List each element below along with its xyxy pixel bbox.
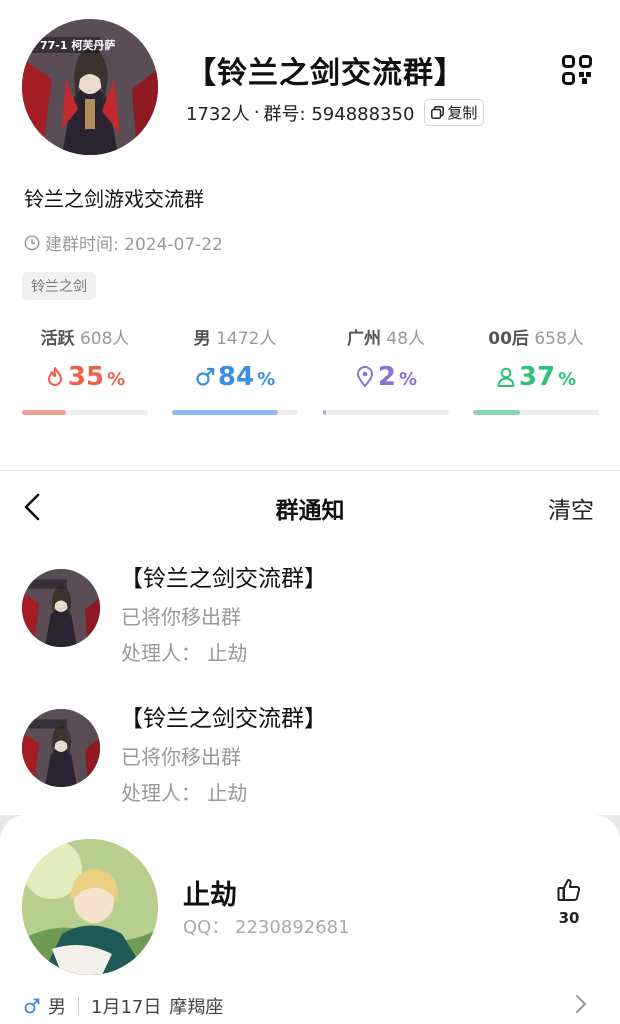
notice-handler: 处理人： 止劫 — [121, 641, 248, 665]
stat-bar-track — [22, 410, 148, 415]
stat-bar-fill — [172, 410, 278, 415]
clear-button[interactable]: 清空 — [548, 491, 594, 525]
male-icon — [196, 367, 214, 386]
stat-age: 00后 658人 37% — [473, 322, 599, 422]
member-count: 1732人 — [186, 103, 250, 125]
group-notifications-page: 群通知 清空 【铃兰之剑交流群】 已将你移出群 处理人： 止劫 【铃兰之剑交流群… — [0, 470, 620, 816]
user-profile-card: 止劫 QQ： 2230892681 30 男 1月17日 摩羯座 — [0, 815, 620, 1024]
stat-active: 活跃 608人 35% — [22, 322, 148, 422]
stat-bar-fill — [323, 410, 326, 415]
chevron-right-icon[interactable] — [574, 993, 588, 1015]
stat-name: 00后 — [488, 329, 529, 349]
stat-count: 1472人 — [216, 329, 277, 349]
copy-icon — [431, 106, 445, 119]
qr-code-icon[interactable] — [562, 55, 592, 85]
group-avatar-small[interactable] — [22, 709, 100, 787]
stat-value: 84 — [217, 362, 255, 392]
stat-name: 活跃 — [40, 329, 75, 349]
group-stats: 活跃 608人 35% 男 1472人 84% 广州 48人 2 % 00后 6… — [22, 322, 600, 422]
stat-name: 广州 — [346, 329, 381, 349]
meta-separator: · — [253, 102, 260, 123]
notice-group-name: 【铃兰之剑交流群】 — [120, 706, 327, 732]
notice-message: 已将你移出群 — [121, 745, 241, 769]
stat-value: 35 — [67, 362, 105, 392]
stat-unit: % — [257, 369, 276, 390]
stat-name: 男 — [193, 329, 211, 349]
flame-icon — [47, 367, 62, 386]
meta-divider — [78, 997, 79, 1015]
person-icon — [497, 367, 515, 387]
notice-item[interactable]: 【铃兰之剑交流群】 已将你移出群 处理人： 止劫 — [0, 699, 620, 819]
stat-male: 男 1472人 84% — [172, 322, 298, 422]
group-meta: 1732人 · 群号: 594888350 复制 — [186, 99, 485, 126]
location-pin-icon — [356, 366, 373, 388]
group-title: 【铃兰之剑交流群】 — [186, 56, 465, 91]
group-avatar[interactable]: 77-1 柯芙丹萨 — [22, 19, 158, 155]
clock-icon — [24, 235, 40, 250]
page-title: 群通知 — [275, 498, 345, 524]
user-birthday: 1月17日 — [91, 997, 162, 1018]
created-label: 建群时间: 2024-07-22 — [45, 235, 223, 255]
stat-count: 608人 — [79, 329, 130, 349]
stat-value: 2 — [377, 362, 397, 392]
group-description: 铃兰之剑游戏交流群 — [24, 187, 204, 211]
group-id: 群号: 594888350 — [263, 103, 415, 125]
stat-bar-track — [323, 410, 449, 415]
stat-unit: % — [399, 369, 418, 390]
copy-label: 复制 — [447, 104, 478, 122]
group-avatar-small[interactable] — [22, 569, 100, 647]
group-info-card: 77-1 柯芙丹萨 【铃兰之剑交流群】 1732人 · 群号: 59488835… — [0, 0, 620, 470]
notice-group-name: 【铃兰之剑交流群】 — [120, 566, 327, 592]
user-qq: QQ： 2230892681 — [183, 917, 350, 938]
stat-value: 37 — [518, 362, 556, 392]
stat-bar-track — [172, 410, 298, 415]
group-avatar-caption: 77-1 柯芙丹萨 — [40, 39, 116, 52]
group-created-date: 建群时间: 2024-07-22 — [24, 230, 223, 255]
stat-unit: % — [107, 369, 126, 390]
like-count: 30 — [558, 909, 580, 927]
user-name: 止劫 — [183, 880, 237, 911]
notice-handler: 处理人： 止劫 — [121, 781, 248, 805]
stat-bar-fill — [22, 410, 67, 415]
user-avatar[interactable] — [22, 839, 158, 975]
notice-message: 已将你移出群 — [121, 605, 241, 629]
stat-count: 48人 — [386, 329, 426, 349]
stat-unit: % — [558, 369, 577, 390]
user-gender: 男 — [48, 997, 66, 1018]
male-icon — [24, 998, 40, 1014]
user-meta: 男 1月17日 摩羯座 — [24, 993, 223, 1019]
copy-group-id-button[interactable]: 复制 — [424, 99, 485, 126]
user-zodiac: 摩羯座 — [169, 997, 224, 1018]
stat-count: 658人 — [534, 329, 584, 349]
like-button[interactable]: 30 — [553, 877, 585, 937]
group-tag[interactable]: 铃兰之剑 — [22, 272, 96, 300]
thumbs-up-icon — [557, 879, 581, 901]
stat-bar-fill — [473, 410, 520, 415]
notice-item[interactable]: 【铃兰之剑交流群】 已将你移出群 处理人： 止劫 — [0, 559, 620, 679]
stat-location: 广州 48人 2% — [323, 322, 449, 422]
stat-bar-track — [473, 410, 599, 415]
